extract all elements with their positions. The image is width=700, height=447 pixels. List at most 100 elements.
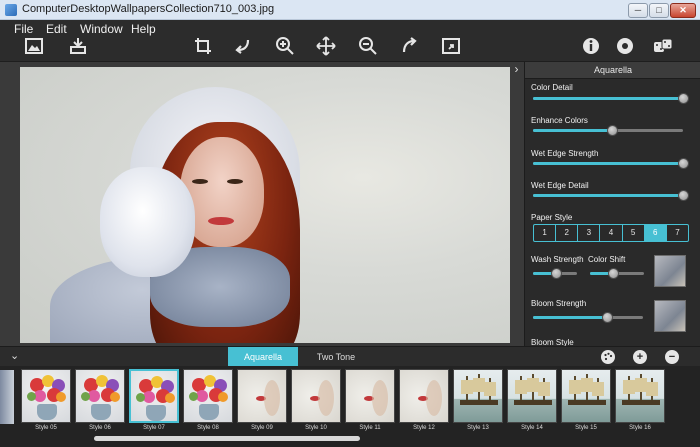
- menu-file[interactable]: File: [14, 22, 33, 36]
- preset-thumbnail[interactable]: Style 05: [21, 369, 71, 435]
- settings-icon[interactable]: [614, 36, 636, 58]
- preset-label: Style 10: [305, 425, 327, 431]
- crop-icon[interactable]: [192, 36, 214, 58]
- preset-thumbnail[interactable]: Style 16: [615, 369, 665, 435]
- color-detail-slider[interactable]: [533, 93, 689, 104]
- preset-image: [453, 369, 503, 423]
- color-shift-label: Color Shift: [588, 255, 626, 264]
- preset-thumbnail[interactable]: Style 09: [237, 369, 287, 435]
- preset-thumbnail[interactable]: Style 13: [453, 369, 503, 435]
- image-mitten: [100, 167, 195, 277]
- strip-scrollbar[interactable]: [94, 436, 360, 441]
- flower-shape: [110, 392, 120, 402]
- image-eye-right: [227, 179, 243, 184]
- preset-image: [399, 369, 449, 423]
- preset-thumbnail[interactable]: Style 11: [345, 369, 395, 435]
- enhance-colors-slider[interactable]: [533, 125, 683, 136]
- flower-shape: [218, 392, 228, 402]
- preset-thumbnail[interactable]: Style 15: [561, 369, 611, 435]
- wash-strength-slider[interactable]: [533, 268, 577, 279]
- bloom-strength-knob[interactable]: [602, 312, 613, 323]
- wet-edge-strength-label: Wet Edge Strength: [531, 149, 599, 158]
- bloom-strength-slider[interactable]: [533, 312, 643, 323]
- remove-preset-button[interactable]: −: [665, 350, 679, 364]
- close-button[interactable]: ✕: [670, 3, 696, 18]
- save-icon[interactable]: [67, 36, 89, 58]
- wet-edge-strength-slider[interactable]: [533, 158, 689, 169]
- preset-label: Style 08: [197, 425, 219, 431]
- wet-edge-strength-knob[interactable]: [678, 158, 689, 169]
- tab-aquarella[interactable]: Aquarella: [228, 347, 298, 367]
- preset-thumbnail[interactable]: Style 06: [75, 369, 125, 435]
- wash-texture-thumbnail[interactable]: [654, 255, 686, 287]
- wet-edge-detail-fill: [533, 194, 679, 197]
- open-image-icon[interactable]: [23, 36, 45, 58]
- sail-shape: [623, 380, 635, 394]
- preset-thumbnail[interactable]: Style 14: [507, 369, 557, 435]
- color-detail-fill: [533, 97, 679, 100]
- tab-two-tone[interactable]: Two Tone: [304, 347, 368, 367]
- paper-style-option[interactable]: 1: [534, 225, 557, 241]
- vase-shape: [146, 405, 166, 421]
- preview-image[interactable]: [20, 67, 510, 343]
- color-shift-knob[interactable]: [608, 268, 619, 279]
- preset-image: [291, 369, 341, 423]
- redo-icon[interactable]: [398, 36, 420, 58]
- menu-window[interactable]: Window: [80, 22, 123, 36]
- paper-style-option[interactable]: 5: [623, 225, 645, 241]
- hull-shape: [460, 400, 498, 405]
- preset-label: Style 13: [467, 425, 489, 431]
- maximize-button[interactable]: □: [649, 3, 669, 18]
- paper-style-option-selected[interactable]: 6: [644, 225, 667, 241]
- palette-icon[interactable]: [601, 350, 615, 364]
- enhance-colors-fill: [533, 129, 608, 132]
- color-detail-label: Color Detail: [531, 83, 573, 92]
- pan-icon[interactable]: [315, 36, 337, 58]
- wet-edge-detail-label: Wet Edge Detail: [531, 181, 589, 190]
- sail-shape: [646, 382, 658, 396]
- enhance-colors-knob[interactable]: [607, 125, 618, 136]
- menu-edit[interactable]: Edit: [46, 22, 67, 36]
- preset-tabs-bar: ⌄ Aquarella Two Tone + −: [0, 346, 700, 367]
- undo-icon[interactable]: [232, 36, 254, 58]
- add-preset-button[interactable]: +: [633, 350, 647, 364]
- info-icon[interactable]: [580, 36, 602, 58]
- hair-shape: [264, 380, 280, 416]
- flower-shape: [165, 393, 175, 403]
- paper-style-option[interactable]: 4: [600, 225, 623, 241]
- panel-title: Aquarella: [525, 62, 700, 79]
- app-icon: [5, 4, 17, 16]
- paper-style-option[interactable]: 2: [556, 225, 579, 241]
- color-detail-knob[interactable]: [678, 93, 689, 104]
- preset-image: [75, 369, 125, 423]
- bloom-strength-label: Bloom Strength: [531, 299, 587, 308]
- collapse-panel-icon[interactable]: ›: [509, 62, 524, 76]
- preset-thumbnail[interactable]: Style 07: [129, 369, 179, 435]
- color-shift-slider[interactable]: [590, 268, 644, 279]
- paper-style-selector[interactable]: 1 2 3 4 5 6 7: [533, 224, 689, 242]
- preset-thumbnail[interactable]: Style 10: [291, 369, 341, 435]
- menu-toolbar: File Edit Window Help: [0, 20, 700, 62]
- paper-style-option[interactable]: 3: [578, 225, 601, 241]
- bloom-strength-fill: [533, 316, 605, 319]
- minimize-button[interactable]: ─: [628, 3, 648, 18]
- flower-shape: [81, 392, 90, 401]
- bloom-texture-thumbnail[interactable]: [654, 300, 686, 332]
- wet-edge-detail-slider[interactable]: [533, 190, 689, 201]
- preset-thumbnail[interactable]: Style 12: [399, 369, 449, 435]
- preset-label: Style 14: [521, 425, 543, 431]
- preset-label: Style 05: [35, 425, 57, 431]
- paper-style-option[interactable]: 7: [667, 225, 688, 241]
- random-icon[interactable]: [652, 36, 674, 58]
- wash-strength-knob[interactable]: [551, 268, 562, 279]
- image-canvas[interactable]: ›: [0, 62, 524, 346]
- partial-thumbnail[interactable]: [0, 370, 14, 424]
- menu-help[interactable]: Help: [131, 22, 156, 36]
- zoom-in-icon[interactable]: [274, 36, 296, 58]
- chevron-down-icon[interactable]: ⌄: [10, 349, 19, 362]
- fit-screen-icon[interactable]: [440, 36, 462, 58]
- wash-strength-label: Wash Strength: [531, 255, 584, 264]
- preset-thumbnail[interactable]: Style 08: [183, 369, 233, 435]
- wet-edge-detail-knob[interactable]: [678, 190, 689, 201]
- zoom-out-icon[interactable]: [357, 36, 379, 58]
